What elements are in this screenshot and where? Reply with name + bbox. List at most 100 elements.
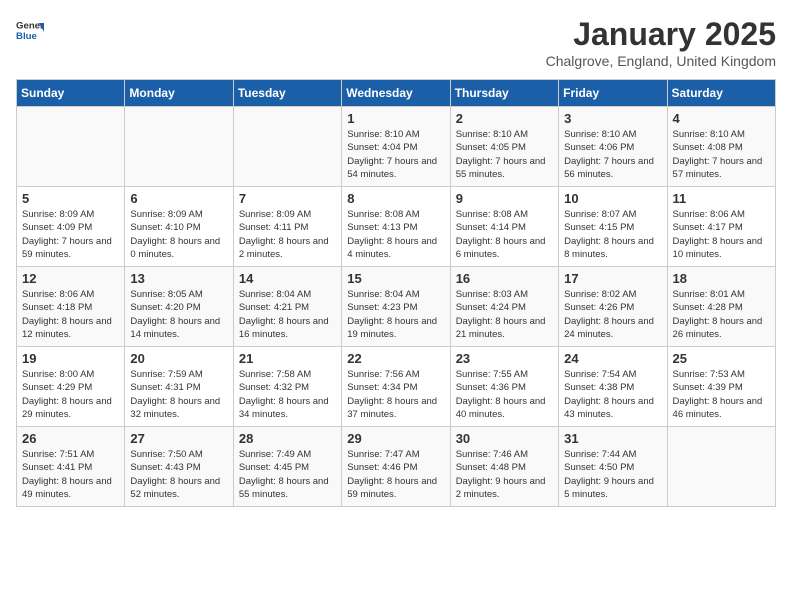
calendar-week-5: 26 Sunrise: 7:51 AM Sunset: 4:41 PM Dayli… (17, 427, 776, 507)
day-info: Sunrise: 7:51 AM Sunset: 4:41 PM Dayligh… (22, 448, 119, 501)
day-info: Sunrise: 7:55 AM Sunset: 4:36 PM Dayligh… (456, 368, 553, 421)
calendar-cell: 29 Sunrise: 7:47 AM Sunset: 4:46 PM Dayli… (342, 427, 450, 507)
day-info: Sunrise: 8:05 AM Sunset: 4:20 PM Dayligh… (130, 288, 227, 341)
calendar-cell: 30 Sunrise: 7:46 AM Sunset: 4:48 PM Dayli… (450, 427, 558, 507)
logo-icon: General Blue (16, 16, 44, 44)
calendar-cell (667, 427, 775, 507)
day-info: Sunrise: 8:01 AM Sunset: 4:28 PM Dayligh… (673, 288, 770, 341)
svg-text:General: General (16, 20, 44, 31)
calendar-cell: 11 Sunrise: 8:06 AM Sunset: 4:17 PM Dayli… (667, 187, 775, 267)
day-number: 13 (130, 271, 227, 286)
calendar-cell: 13 Sunrise: 8:05 AM Sunset: 4:20 PM Dayli… (125, 267, 233, 347)
day-info: Sunrise: 7:54 AM Sunset: 4:38 PM Dayligh… (564, 368, 661, 421)
day-number: 25 (673, 351, 770, 366)
calendar-week-2: 5 Sunrise: 8:09 AM Sunset: 4:09 PM Daylig… (17, 187, 776, 267)
day-info: Sunrise: 8:08 AM Sunset: 4:13 PM Dayligh… (347, 208, 444, 261)
calendar-cell: 14 Sunrise: 8:04 AM Sunset: 4:21 PM Dayli… (233, 267, 341, 347)
location: Chalgrove, England, United Kingdom (546, 53, 776, 69)
calendar-week-1: 1 Sunrise: 8:10 AM Sunset: 4:04 PM Daylig… (17, 107, 776, 187)
day-number: 1 (347, 111, 444, 126)
day-number: 3 (564, 111, 661, 126)
day-number: 11 (673, 191, 770, 206)
day-number: 16 (456, 271, 553, 286)
day-number: 29 (347, 431, 444, 446)
day-info: Sunrise: 8:10 AM Sunset: 4:04 PM Dayligh… (347, 128, 444, 181)
calendar-cell: 18 Sunrise: 8:01 AM Sunset: 4:28 PM Dayli… (667, 267, 775, 347)
day-number: 18 (673, 271, 770, 286)
calendar-cell: 1 Sunrise: 8:10 AM Sunset: 4:04 PM Daylig… (342, 107, 450, 187)
title-area: January 2025 Chalgrove, England, United … (546, 16, 776, 69)
day-info: Sunrise: 8:00 AM Sunset: 4:29 PM Dayligh… (22, 368, 119, 421)
calendar-cell: 10 Sunrise: 8:07 AM Sunset: 4:15 PM Dayli… (559, 187, 667, 267)
calendar-cell: 20 Sunrise: 7:59 AM Sunset: 4:31 PM Dayli… (125, 347, 233, 427)
day-number: 27 (130, 431, 227, 446)
day-info: Sunrise: 7:58 AM Sunset: 4:32 PM Dayligh… (239, 368, 336, 421)
day-number: 23 (456, 351, 553, 366)
calendar-cell: 5 Sunrise: 8:09 AM Sunset: 4:09 PM Daylig… (17, 187, 125, 267)
day-info: Sunrise: 8:07 AM Sunset: 4:15 PM Dayligh… (564, 208, 661, 261)
day-info: Sunrise: 7:46 AM Sunset: 4:48 PM Dayligh… (456, 448, 553, 501)
calendar-cell: 12Sunrise: 8:06 AM Sunset: 4:18 PM Dayli… (17, 267, 125, 347)
day-number: 28 (239, 431, 336, 446)
day-info: Sunrise: 7:49 AM Sunset: 4:45 PM Dayligh… (239, 448, 336, 501)
calendar-week-3: 12Sunrise: 8:06 AM Sunset: 4:18 PM Dayli… (17, 267, 776, 347)
calendar-header-row: SundayMondayTuesdayWednesdayThursdayFrid… (17, 80, 776, 107)
page-header: General Blue January 2025 Chalgrove, Eng… (16, 16, 776, 69)
day-info: Sunrise: 8:02 AM Sunset: 4:26 PM Dayligh… (564, 288, 661, 341)
day-header-wednesday: Wednesday (342, 80, 450, 107)
day-info: Sunrise: 8:06 AM Sunset: 4:17 PM Dayligh… (673, 208, 770, 261)
day-number: 24 (564, 351, 661, 366)
day-number: 26 (22, 431, 119, 446)
day-number: 5 (22, 191, 119, 206)
day-header-thursday: Thursday (450, 80, 558, 107)
day-number: 21 (239, 351, 336, 366)
day-info: Sunrise: 8:03 AM Sunset: 4:24 PM Dayligh… (456, 288, 553, 341)
calendar-cell: 26 Sunrise: 7:51 AM Sunset: 4:41 PM Dayli… (17, 427, 125, 507)
day-info: Sunrise: 8:09 AM Sunset: 4:09 PM Dayligh… (22, 208, 119, 261)
calendar-cell: 9Sunrise: 8:08 AM Sunset: 4:14 PM Daylig… (450, 187, 558, 267)
day-header-friday: Friday (559, 80, 667, 107)
calendar-cell: 7Sunrise: 8:09 AM Sunset: 4:11 PM Daylig… (233, 187, 341, 267)
day-header-saturday: Saturday (667, 80, 775, 107)
day-header-tuesday: Tuesday (233, 80, 341, 107)
day-number: 17 (564, 271, 661, 286)
calendar-cell: 17 Sunrise: 8:02 AM Sunset: 4:26 PM Dayli… (559, 267, 667, 347)
day-number: 22 (347, 351, 444, 366)
day-number: 6 (130, 191, 227, 206)
day-info: Sunrise: 7:47 AM Sunset: 4:46 PM Dayligh… (347, 448, 444, 501)
day-number: 9 (456, 191, 553, 206)
day-number: 19 (22, 351, 119, 366)
calendar-cell: 15Sunrise: 8:04 AM Sunset: 4:23 PM Dayli… (342, 267, 450, 347)
day-header-monday: Monday (125, 80, 233, 107)
day-number: 31 (564, 431, 661, 446)
calendar-body: 1 Sunrise: 8:10 AM Sunset: 4:04 PM Daylig… (17, 107, 776, 507)
day-info: Sunrise: 7:56 AM Sunset: 4:34 PM Dayligh… (347, 368, 444, 421)
calendar-cell: 4Sunrise: 8:10 AM Sunset: 4:08 PM Daylig… (667, 107, 775, 187)
calendar-cell: 31 Sunrise: 7:44 AM Sunset: 4:50 PM Dayli… (559, 427, 667, 507)
calendar-cell: 3Sunrise: 8:10 AM Sunset: 4:06 PM Daylig… (559, 107, 667, 187)
calendar-cell: 6Sunrise: 8:09 AM Sunset: 4:10 PM Daylig… (125, 187, 233, 267)
day-number: 30 (456, 431, 553, 446)
day-info: Sunrise: 8:04 AM Sunset: 4:23 PM Dayligh… (347, 288, 444, 341)
calendar-cell: 22 Sunrise: 7:56 AM Sunset: 4:34 PM Dayli… (342, 347, 450, 427)
calendar-cell: 23 Sunrise: 7:55 AM Sunset: 4:36 PM Dayli… (450, 347, 558, 427)
day-info: Sunrise: 7:50 AM Sunset: 4:43 PM Dayligh… (130, 448, 227, 501)
calendar-cell: 28 Sunrise: 7:49 AM Sunset: 4:45 PM Dayli… (233, 427, 341, 507)
day-info: Sunrise: 8:10 AM Sunset: 4:05 PM Dayligh… (456, 128, 553, 181)
calendar-cell: 27 Sunrise: 7:50 AM Sunset: 4:43 PM Dayli… (125, 427, 233, 507)
day-number: 14 (239, 271, 336, 286)
calendar-cell: 8Sunrise: 8:08 AM Sunset: 4:13 PM Daylig… (342, 187, 450, 267)
day-info: Sunrise: 8:04 AM Sunset: 4:21 PM Dayligh… (239, 288, 336, 341)
day-info: Sunrise: 7:59 AM Sunset: 4:31 PM Dayligh… (130, 368, 227, 421)
day-number: 12 (22, 271, 119, 286)
calendar-cell: 2 Sunrise: 8:10 AM Sunset: 4:05 PM Daylig… (450, 107, 558, 187)
day-header-sunday: Sunday (17, 80, 125, 107)
svg-text:Blue: Blue (16, 31, 37, 42)
day-info: Sunrise: 7:44 AM Sunset: 4:50 PM Dayligh… (564, 448, 661, 501)
day-number: 20 (130, 351, 227, 366)
day-number: 2 (456, 111, 553, 126)
day-number: 4 (673, 111, 770, 126)
calendar-cell: 16 Sunrise: 8:03 AM Sunset: 4:24 PM Dayli… (450, 267, 558, 347)
calendar-cell: 24 Sunrise: 7:54 AM Sunset: 4:38 PM Dayli… (559, 347, 667, 427)
day-number: 10 (564, 191, 661, 206)
